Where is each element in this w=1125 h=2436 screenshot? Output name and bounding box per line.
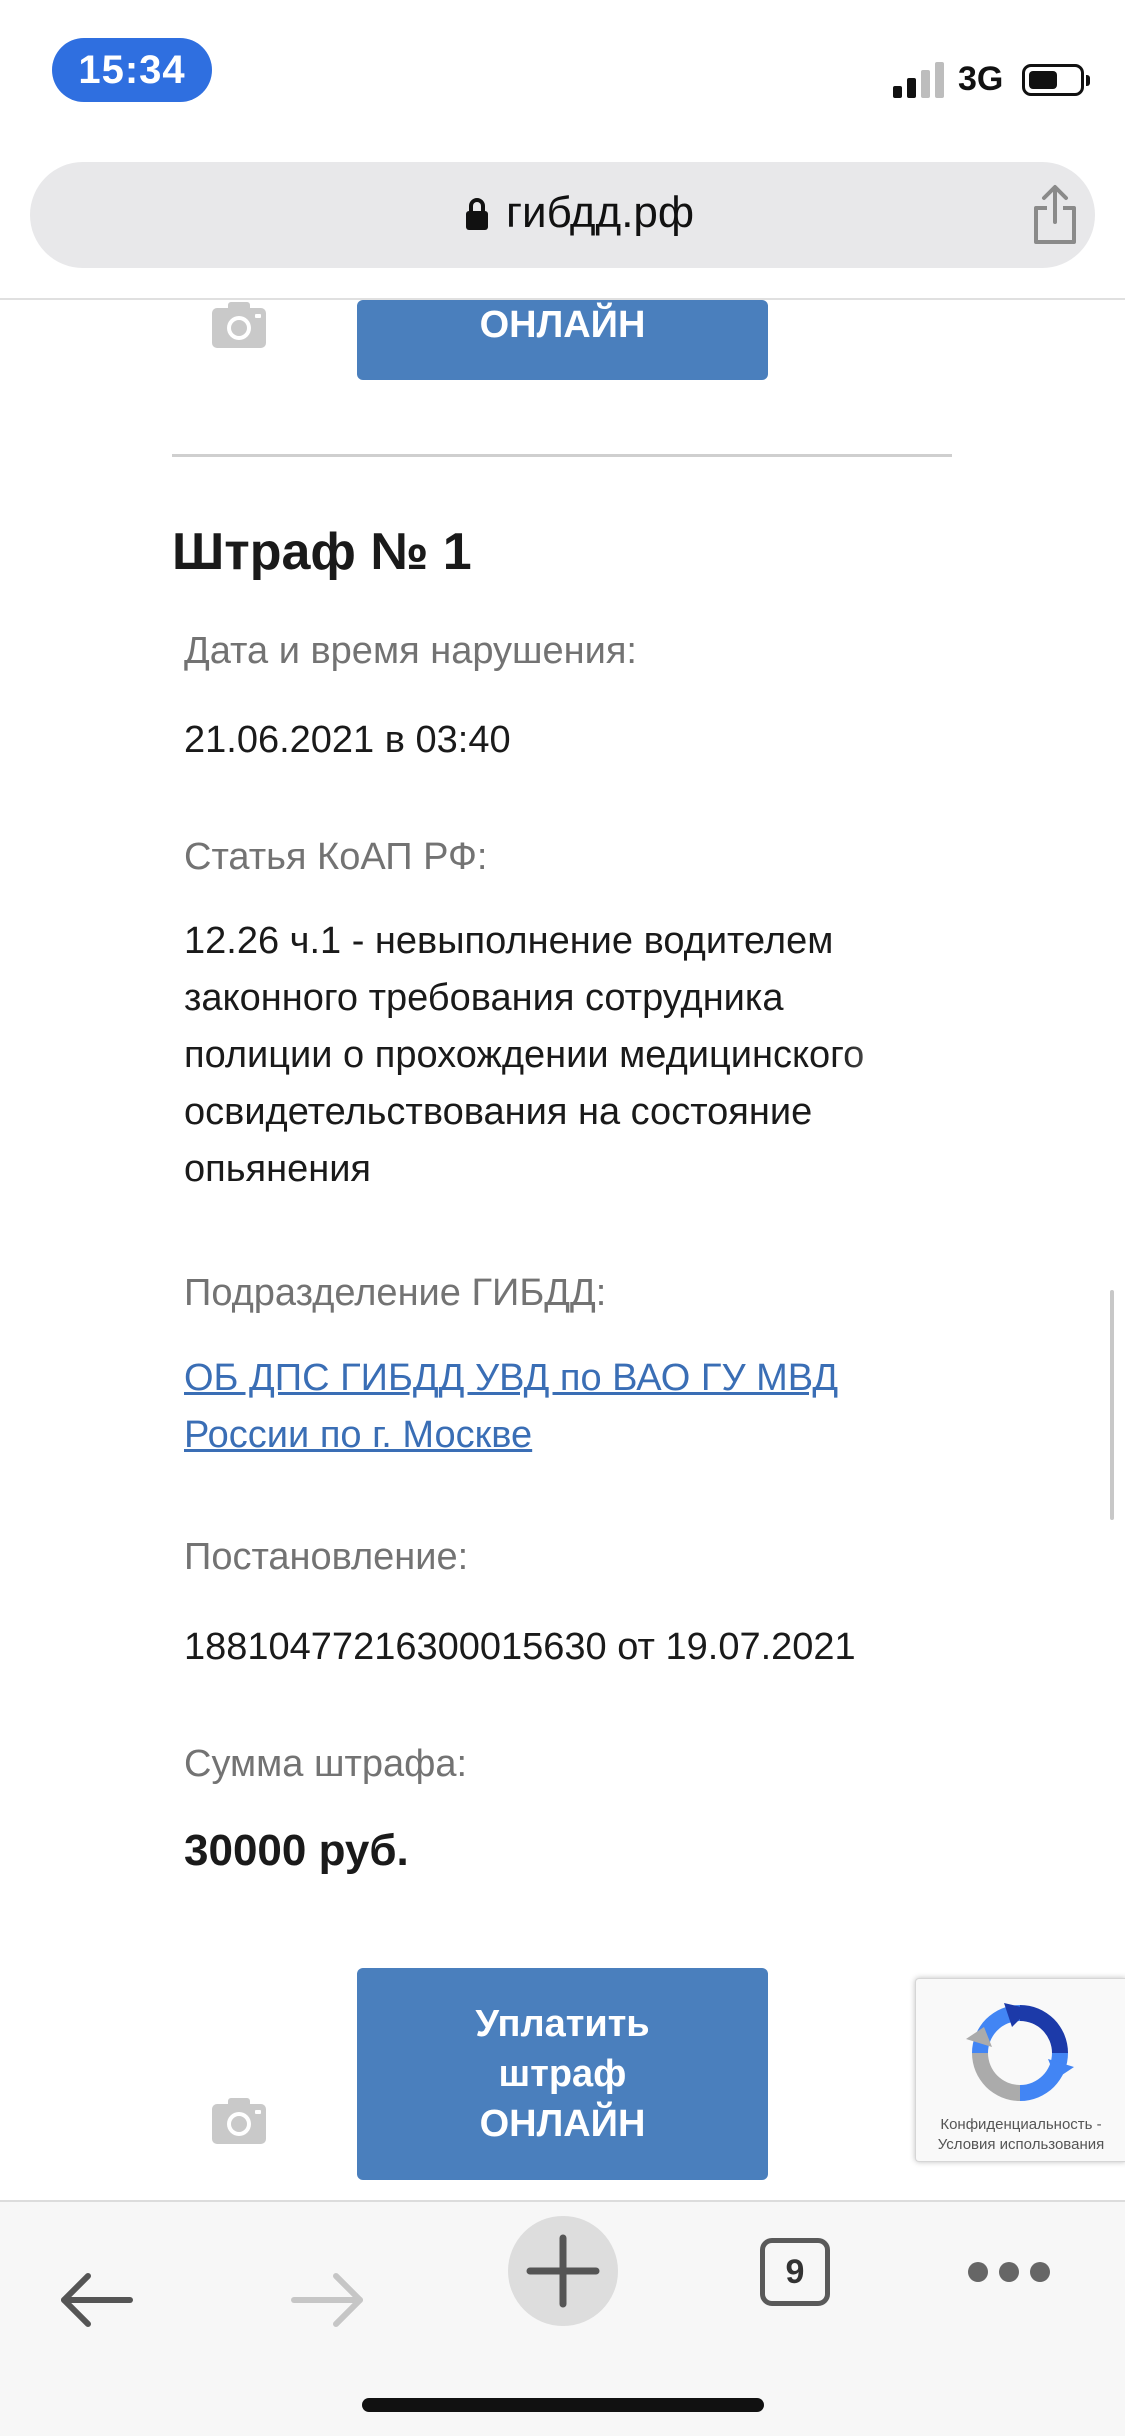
battery-icon: [1022, 64, 1090, 96]
pay-fine-online-button[interactable]: Уплатить штраф ОНЛАЙН: [357, 1968, 768, 2180]
section-divider: [172, 454, 952, 457]
division-label: Подразделение ГИБДД:: [184, 1272, 607, 1314]
more-menu-icon[interactable]: [968, 2260, 1050, 2284]
pay-online-button-previous[interactable]: ОНЛАЙН: [357, 300, 768, 380]
article-value: 12.26 ч.1 - невыполнение водителем закон…: [184, 920, 865, 1190]
resolution-value: 18810477216300015630 от 19.07.2021: [184, 1626, 856, 1668]
share-icon[interactable]: [1030, 184, 1080, 246]
home-indicator[interactable]: [362, 2398, 764, 2412]
amount-label: Сумма штрафа:: [184, 1743, 468, 1785]
violation-date-value: 21.06.2021 в 03:40: [184, 719, 511, 761]
division-link[interactable]: ОБ ДПС ГИБДД УВД по ВАО ГУ МВД России по…: [184, 1350, 944, 1470]
lock-icon: [466, 198, 488, 232]
address-bar[interactable]: гибдд.рф: [30, 162, 1095, 268]
pay-fine-line2: штраф: [498, 2053, 627, 2095]
violation-date-label: Дата и время нарушения:: [184, 630, 637, 672]
back-arrow-icon[interactable]: [58, 2270, 134, 2330]
pay-online-label: ОНЛАЙН: [479, 304, 646, 346]
camera-icon[interactable]: [210, 2096, 268, 2146]
plus-icon: [526, 2234, 600, 2308]
fine-title: Штраф № 1: [172, 523, 472, 581]
pay-fine-line1: Уплатить: [475, 2003, 650, 2045]
recaptcha-badge[interactable]: Конфиденциальность - Условия использован…: [915, 1978, 1125, 2162]
page-content: ОНЛАЙН Штраф № 1 Дата и время нарушения:…: [0, 300, 1125, 2200]
article-label: Статья КоАП РФ:: [184, 836, 488, 878]
pay-fine-line3: ОНЛАЙН: [479, 2103, 646, 2145]
recaptcha-links[interactable]: Конфиденциальность - Условия использован…: [916, 2115, 1125, 2155]
amount-value: 30000 руб.: [184, 1826, 409, 1875]
camera-icon[interactable]: [210, 300, 268, 350]
recaptcha-terms-link[interactable]: Условия использования: [916, 2135, 1125, 2155]
network-type: 3G: [958, 60, 1004, 98]
forward-arrow-icon[interactable]: [290, 2270, 366, 2330]
url-domain: гибдд.рф: [506, 188, 695, 237]
status-bar: 15:34 3G: [0, 0, 1125, 150]
cellular-signal-icon: [893, 62, 945, 98]
recaptcha-icon: [966, 2003, 1074, 2101]
status-time[interactable]: 15:34: [52, 38, 212, 102]
new-tab-button[interactable]: [508, 2216, 618, 2326]
resolution-label: Постановление:: [184, 1536, 469, 1578]
tabs-button[interactable]: 9: [760, 2238, 830, 2306]
recaptcha-privacy-link[interactable]: Конфиденциальность -: [916, 2115, 1125, 2135]
scroll-indicator: [1110, 1290, 1114, 1520]
